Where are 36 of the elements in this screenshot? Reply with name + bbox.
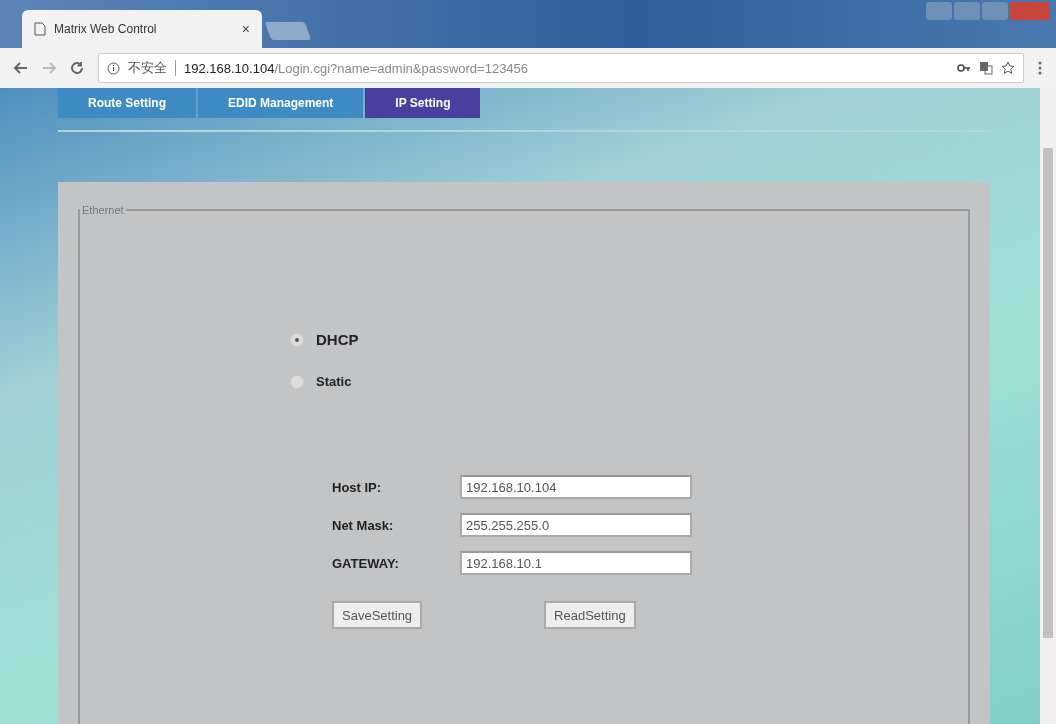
- close-button[interactable]: [1010, 2, 1050, 20]
- setting-button[interactable]: SaveSetting: [332, 601, 423, 629]
- address-field[interactable]: 不安全 192.168.10.104/Login.cgi?name=admin&password=123456: [98, 53, 1024, 83]
- maximize-button[interactable]: [982, 2, 1008, 20]
- key-icon[interactable]: [957, 63, 971, 73]
- group-legend: Ethernet: [80, 204, 126, 216]
- info-icon: [107, 61, 120, 75]
- input-field[interactable]: 192.168.10.1: [460, 551, 692, 575]
- forward-icon[interactable]: [42, 62, 56, 74]
- minimize-button[interactable]: [954, 2, 980, 20]
- field-label: GATEWAY:: [332, 555, 400, 571]
- reload-icon[interactable]: [70, 61, 84, 75]
- setting-button[interactable]: ReadSetting: [544, 601, 636, 629]
- input-field[interactable]: 192.168.10.104: [460, 475, 692, 499]
- field-label: Host IP:: [332, 479, 383, 495]
- scrollbar-thumb[interactable]: [1043, 148, 1053, 638]
- new-tab-button[interactable]: [264, 22, 312, 40]
- security-label: 不安全: [128, 59, 167, 77]
- nav-tab[interactable]: IP Setting: [365, 88, 481, 118]
- nav-tab[interactable]: Route Setting: [58, 88, 196, 118]
- radio-label: DHCP: [316, 331, 359, 348]
- field-label: Net Mask:: [332, 517, 395, 533]
- browser-tab[interactable]: Matrix Web Control ×: [22, 10, 262, 48]
- radio-button[interactable]: [290, 374, 304, 389]
- back-icon[interactable]: [14, 62, 28, 74]
- menu-icon[interactable]: [1038, 61, 1042, 75]
- star-icon[interactable]: [1001, 61, 1015, 75]
- url-path: /Login.cgi?name=admin&password=123456: [274, 60, 529, 76]
- tab-title: Matrix Web Control: [54, 22, 158, 36]
- radio-button[interactable]: [290, 332, 304, 347]
- tab-close-button[interactable]: ×: [241, 21, 250, 37]
- page-icon: [34, 22, 46, 36]
- radio-label: Static: [316, 374, 352, 389]
- input-field[interactable]: 255.255.255.0: [460, 513, 692, 537]
- nav-tab[interactable]: EDID Management: [198, 88, 364, 118]
- url-host: 192.168.10.104: [184, 60, 275, 76]
